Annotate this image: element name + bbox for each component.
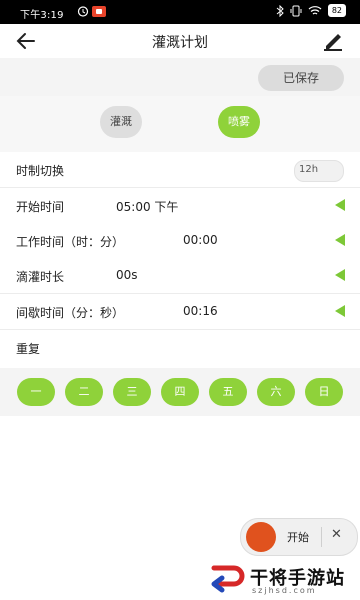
mode-selector: 灌溉 喷雾	[0, 96, 360, 156]
vibrate-icon	[290, 5, 302, 16]
interval-time-row[interactable]: 间歇时间（分：秒） 00:16	[0, 294, 360, 330]
day-mon-button[interactable]: 一	[17, 378, 55, 406]
work-time-label: 工作时间（时：分）	[16, 235, 125, 249]
mode-irrigation-button[interactable]: 灌溉	[100, 106, 142, 138]
start-time-value: 05:00 下午	[116, 200, 179, 214]
work-time-value: 00:00	[183, 233, 218, 247]
start-time-label: 开始时间	[16, 200, 65, 214]
close-icon[interactable]: ✕	[331, 527, 342, 542]
repeat-label: 重复	[16, 342, 41, 356]
repeat-row: 重复	[0, 330, 360, 365]
start-time-row[interactable]: 开始时间 05:00 下午	[0, 188, 360, 224]
record-icon[interactable]	[246, 522, 276, 552]
alarm-icon	[77, 6, 89, 17]
day-wed-button[interactable]: 三	[113, 378, 151, 406]
start-button[interactable]: 开始	[287, 529, 309, 545]
screen-record-icon	[92, 6, 106, 17]
page-title: 灌溉计划	[152, 35, 208, 51]
saved-row: 已保存	[0, 58, 360, 96]
time-format-label: 时制切换	[16, 164, 65, 178]
day-selector: 一 二 三 四 五 六 日	[0, 368, 360, 416]
day-thu-button[interactable]: 四	[161, 378, 199, 406]
mode-spray-button[interactable]: 喷雾	[218, 106, 260, 138]
top-bar: 灌溉计划	[0, 24, 360, 58]
expand-arrow-icon[interactable]	[335, 199, 345, 211]
battery-indicator: 82	[327, 4, 346, 17]
status-bar: 下午3:19 82	[0, 0, 360, 24]
work-time-row[interactable]: 工作时间（时：分） 00:00	[0, 223, 360, 259]
day-sat-button[interactable]: 六	[257, 378, 295, 406]
saved-button[interactable]: 已保存	[258, 65, 344, 91]
drip-duration-row[interactable]: 滴灌时长 00s	[0, 258, 360, 294]
watermark-url: szjhsd.com	[252, 586, 317, 595]
expand-arrow-icon[interactable]	[335, 234, 345, 246]
day-sun-button[interactable]: 日	[305, 378, 343, 406]
day-fri-button[interactable]: 五	[209, 378, 247, 406]
time-format-row: 时制切换 12h	[0, 152, 360, 188]
interval-time-value: 00:16	[183, 304, 218, 318]
expand-arrow-icon[interactable]	[335, 305, 345, 317]
bluetooth-icon	[276, 4, 284, 17]
toggle-text: 12h	[299, 164, 319, 175]
wifi-icon	[308, 5, 322, 15]
drip-duration-label: 滴灌时长	[16, 270, 65, 284]
status-icons: 82	[276, 4, 346, 17]
status-time: 下午3:19	[20, 10, 64, 21]
day-tue-button[interactable]: 二	[65, 378, 103, 406]
interval-time-label: 间歇时间（分：秒）	[16, 306, 125, 320]
watermark: 干将手游站 szjhsd.com	[210, 562, 358, 598]
drip-duration-value: 00s	[116, 268, 138, 282]
expand-arrow-icon[interactable]	[335, 269, 345, 281]
time-format-toggle[interactable]: 12h	[294, 160, 344, 182]
edit-pen-icon[interactable]	[320, 30, 346, 52]
floating-start-control: 开始 ✕	[240, 518, 358, 556]
watermark-logo-icon	[211, 565, 245, 593]
divider	[321, 527, 322, 547]
